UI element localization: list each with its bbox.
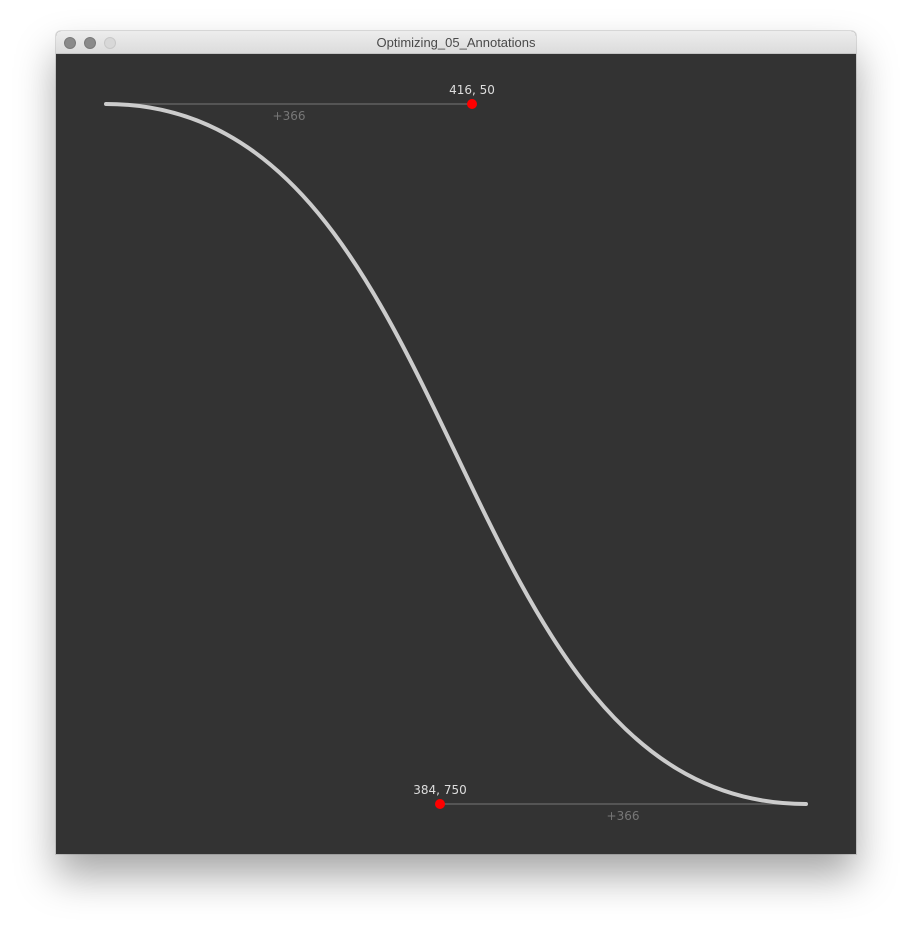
control-point-top[interactable]	[467, 99, 477, 109]
coord-label-top: 416, 50	[449, 83, 495, 97]
window-title: Optimizing_05_Annotations	[376, 35, 536, 50]
coord-label-bottom: 384, 750	[413, 783, 466, 797]
app-window: Optimizing_05_Annotations +366 +366 416,…	[56, 31, 856, 854]
title-bar[interactable]: Optimizing_05_Annotations	[56, 31, 856, 54]
control-point-bottom[interactable]	[435, 799, 445, 809]
bezier-drawing: +366 +366 416, 50 384, 750	[56, 54, 856, 854]
offset-label-bottom: +366	[607, 809, 640, 823]
offset-label-top: +366	[273, 109, 306, 123]
sketch-canvas[interactable]: +366 +366 416, 50 384, 750	[56, 54, 856, 854]
